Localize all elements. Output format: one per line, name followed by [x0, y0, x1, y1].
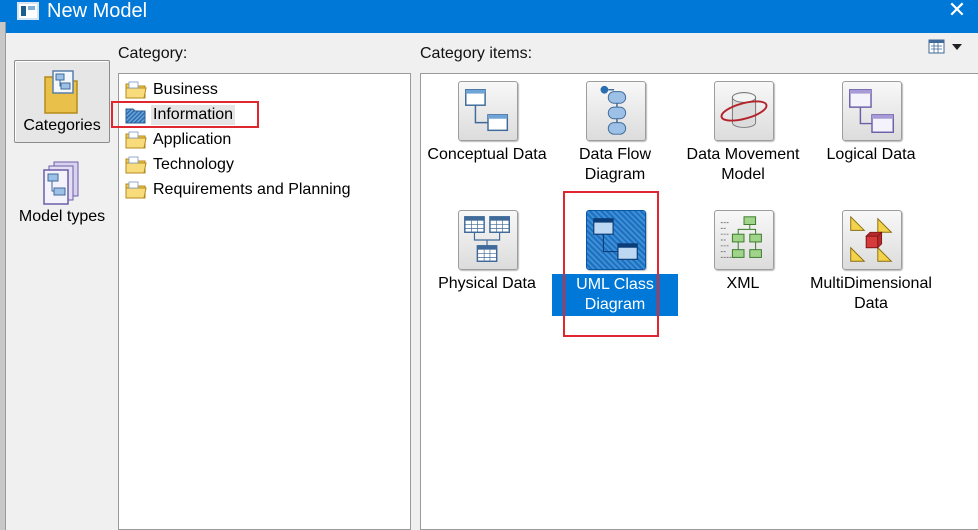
highlight-box-uml-class-diagram — [563, 191, 659, 337]
list-view-icon[interactable] — [928, 39, 964, 55]
tree-item-technology[interactable]: Technology — [125, 153, 385, 177]
tree-item-requirements-and-planning[interactable]: Requirements and Planning — [125, 178, 395, 202]
window-edge — [0, 22, 6, 530]
tile-label: Data Flow Diagram — [578, 146, 652, 183]
folder-icon — [125, 156, 147, 174]
tile-label: Logical Data — [826, 146, 916, 163]
tile-data-flow-diagram[interactable]: Data Flow Diagram — [552, 81, 678, 191]
category-tree[interactable]: Business Information Application Technol… — [118, 73, 411, 530]
tile-label: MultiDimensional Data — [810, 275, 932, 312]
model-types-icon — [43, 161, 79, 205]
category-label: Category: — [118, 45, 188, 62]
tile-multidimensional-data[interactable]: MultiDimensional Data — [808, 210, 934, 320]
close-icon[interactable]: ✕ — [946, 0, 968, 22]
categories-icon — [44, 70, 78, 114]
logical-data-icon — [842, 81, 902, 141]
tile-xml[interactable]: XML — [680, 210, 806, 320]
tree-item-label: Technology — [153, 156, 234, 173]
tile-physical-data[interactable]: Physical Data — [424, 210, 550, 320]
tile-conceptual-data[interactable]: Conceptual Data — [424, 81, 550, 191]
nav-model-types[interactable]: Model types — [14, 160, 110, 230]
highlight-box-information — [111, 101, 259, 128]
data-movement-model-icon — [714, 81, 774, 141]
folder-icon — [125, 81, 147, 99]
tree-item-business[interactable]: Business — [125, 78, 385, 102]
tile-data-movement-model[interactable]: Data Movement Model — [680, 81, 806, 191]
title-bar: New Model ✕ — [0, 0, 978, 33]
folder-icon — [125, 181, 147, 199]
conceptual-data-icon — [458, 81, 518, 141]
xml-icon — [714, 210, 774, 270]
tile-label: Physical Data — [438, 275, 536, 292]
physical-data-icon — [458, 210, 518, 270]
tree-item-label: Application — [153, 131, 232, 148]
nav-categories[interactable]: Categories — [14, 60, 110, 143]
multidimensional-data-icon — [842, 210, 902, 270]
nav-categories-label: Categories — [23, 117, 101, 134]
tile-label: XML — [726, 275, 760, 292]
tile-logical-data[interactable]: Logical Data — [808, 81, 934, 191]
tree-item-application[interactable]: Application — [125, 128, 385, 152]
nav-model-types-label: Model types — [18, 208, 106, 225]
window-title: New Model — [47, 0, 148, 22]
app-icon — [17, 2, 39, 20]
tile-label: Conceptual Data — [427, 146, 547, 163]
category-items-label: Category items: — [420, 45, 533, 62]
tree-item-label: Requirements and Planning — [153, 181, 351, 198]
category-items-panel[interactable]: Conceptual Data Data Flow Diagram Data M — [420, 73, 978, 530]
folder-icon — [125, 131, 147, 149]
tile-label: Data Movement Model — [686, 146, 800, 183]
data-flow-diagram-icon — [586, 81, 646, 141]
tree-item-label: Business — [153, 81, 218, 98]
